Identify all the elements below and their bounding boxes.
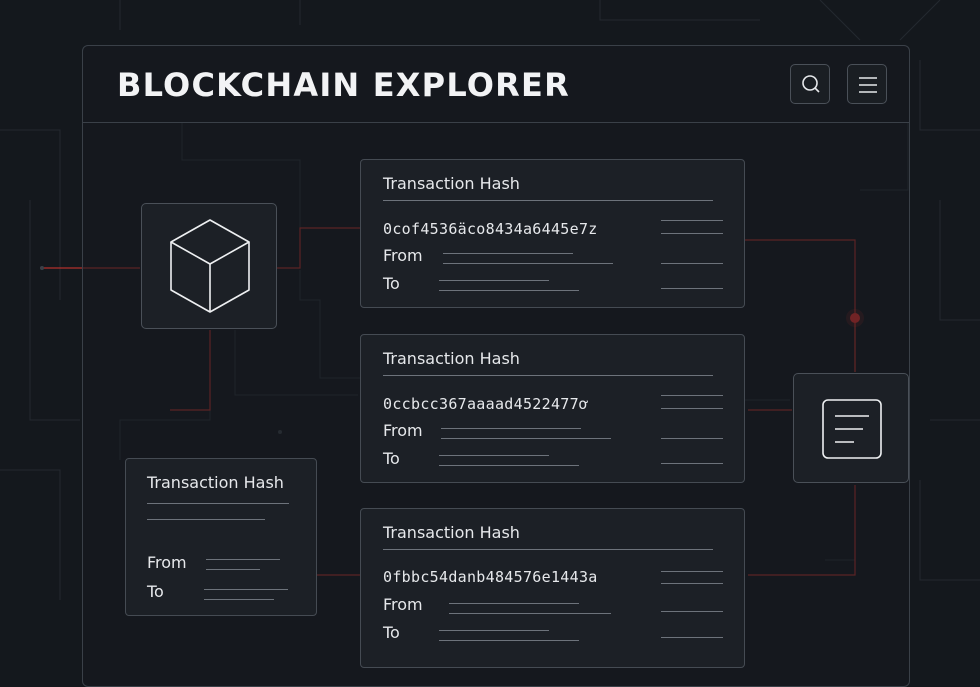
to-value-line [439, 290, 579, 291]
transaction-card[interactable]: Transaction Hash 0fbbc54danb484576e1443a… [360, 508, 745, 668]
from-label: From [147, 553, 187, 572]
app-header: BLOCKCHAIN EXPLORER [83, 46, 909, 123]
search-icon [802, 75, 820, 93]
placeholder-line [661, 611, 723, 612]
from-label: From [383, 246, 423, 265]
placeholder-line [661, 263, 723, 264]
placeholder-line [661, 408, 723, 409]
to-label: To [147, 582, 164, 601]
from-value-line [206, 569, 260, 570]
cube-icon [170, 219, 250, 313]
menu-icon [859, 77, 877, 93]
from-value-line [441, 428, 581, 429]
placeholder-line [661, 438, 723, 439]
transaction-hash-label: Transaction Hash [147, 473, 284, 492]
menu-button[interactable] [847, 64, 887, 104]
transaction-hash-label: Transaction Hash [383, 523, 520, 542]
divider [383, 200, 713, 201]
document-icon [822, 399, 882, 459]
transaction-hash-label: Transaction Hash [383, 349, 520, 368]
transaction-card[interactable]: Transaction Hash 0ccbcc367aaaad4522477ơ … [360, 334, 745, 483]
divider [383, 549, 713, 550]
transaction-hash-value[interactable]: 0fbbc54danb484576e1443a [383, 568, 598, 586]
to-value-line [439, 630, 549, 631]
transaction-hash-value[interactable]: 0ccbcc367aaaad4522477ơ [383, 395, 588, 413]
document-node[interactable] [793, 373, 909, 483]
to-label: To [383, 449, 400, 468]
transaction-hash-value[interactable]: 0cof4536äco8434a6445e7z [383, 220, 598, 238]
search-button[interactable] [790, 64, 830, 104]
to-value-line [204, 589, 288, 590]
from-value-line [449, 613, 611, 614]
from-value-line [443, 263, 613, 264]
to-label: To [383, 623, 400, 642]
from-value-line [206, 559, 280, 560]
side-transaction-card[interactable]: Transaction Hash From To [125, 458, 317, 616]
placeholder-line [661, 463, 723, 464]
placeholder-line [147, 519, 265, 520]
from-value-line [443, 253, 573, 254]
from-value-line [449, 603, 579, 604]
to-label: To [383, 274, 400, 293]
from-label: From [383, 421, 423, 440]
to-value-line [439, 280, 549, 281]
to-value-line [439, 465, 579, 466]
placeholder-line [661, 583, 723, 584]
divider [383, 375, 713, 376]
placeholder-line [661, 233, 723, 234]
from-label: From [383, 595, 423, 614]
app-title: BLOCKCHAIN EXPLORER [117, 66, 570, 104]
to-value-line [439, 640, 579, 641]
transaction-card[interactable]: Transaction Hash 0cof4536äco8434a6445e7z… [360, 159, 745, 308]
to-value-line [439, 455, 549, 456]
placeholder-line [661, 288, 723, 289]
block-node[interactable] [141, 203, 277, 329]
divider [147, 503, 289, 504]
from-value-line [441, 438, 611, 439]
placeholder-line [661, 220, 723, 221]
to-value-line [204, 599, 274, 600]
placeholder-line [661, 571, 723, 572]
transaction-hash-label: Transaction Hash [383, 174, 520, 193]
placeholder-line [661, 637, 723, 638]
placeholder-line [661, 395, 723, 396]
